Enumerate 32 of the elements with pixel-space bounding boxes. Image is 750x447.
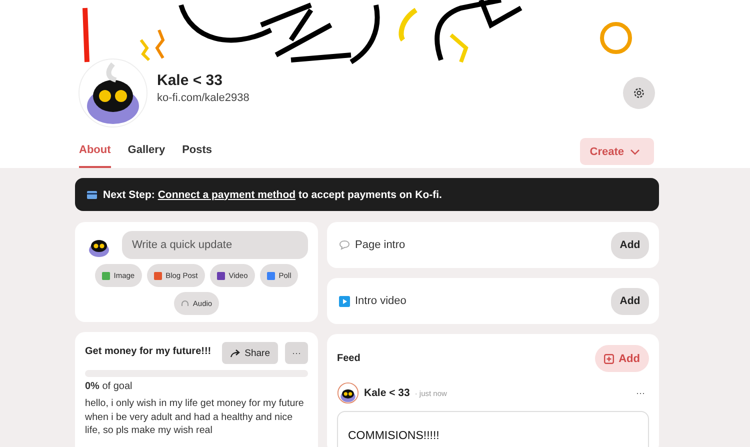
goal-progress-text: 0% of goal <box>85 381 134 392</box>
share-button[interactable]: Share <box>222 342 278 364</box>
avatar-drawing <box>78 58 148 128</box>
feed-title: Feed <box>337 353 360 364</box>
caret-icon <box>630 148 640 154</box>
share-icon <box>230 348 241 358</box>
add-post-button[interactable]: Add <box>594 345 649 372</box>
profile-tab[interactable]: About <box>79 142 111 168</box>
profile-name: Kale < 33 <box>157 72 224 89</box>
plus-square-icon <box>604 354 614 364</box>
profile-tab[interactable]: Posts <box>182 142 212 168</box>
goal-description: hello, i only wish in my life get money for my future when i be very adult and had a healthy and nice life, so pls make my wish real <box>85 397 305 438</box>
speech-bubble-icon <box>339 240 350 250</box>
section-label: Page intro <box>355 239 406 251</box>
avatar-drawing <box>337 382 359 404</box>
more-button[interactable]: ··· <box>285 342 308 364</box>
post-author: Kale < 33 <box>364 387 410 399</box>
settings-icon <box>633 87 645 99</box>
payment-link[interactable]: Connect a payment method <box>158 188 296 200</box>
post-more-button[interactable]: ··· <box>632 388 649 398</box>
profile-url[interactable]: ko-fi.com/kale2938 <box>157 92 623 104</box>
post-content: COMMISIONS!!!!! <box>348 430 440 442</box>
add-button[interactable]: Add <box>611 232 649 258</box>
settings-button[interactable] <box>623 77 655 109</box>
card-icon <box>87 190 97 198</box>
profile-tab[interactable]: Gallery <box>128 142 166 168</box>
add-button[interactable]: Add <box>611 288 649 314</box>
play-icon <box>339 296 350 306</box>
quick-update-field[interactable]: Write a quick update <box>122 231 308 259</box>
notice-text: Next Step: Connect a payment method to accept payments on Ko-fi. <box>103 188 442 200</box>
goal-title: Get money for my future!!! <box>85 345 212 357</box>
section-label: Intro video <box>355 295 408 307</box>
